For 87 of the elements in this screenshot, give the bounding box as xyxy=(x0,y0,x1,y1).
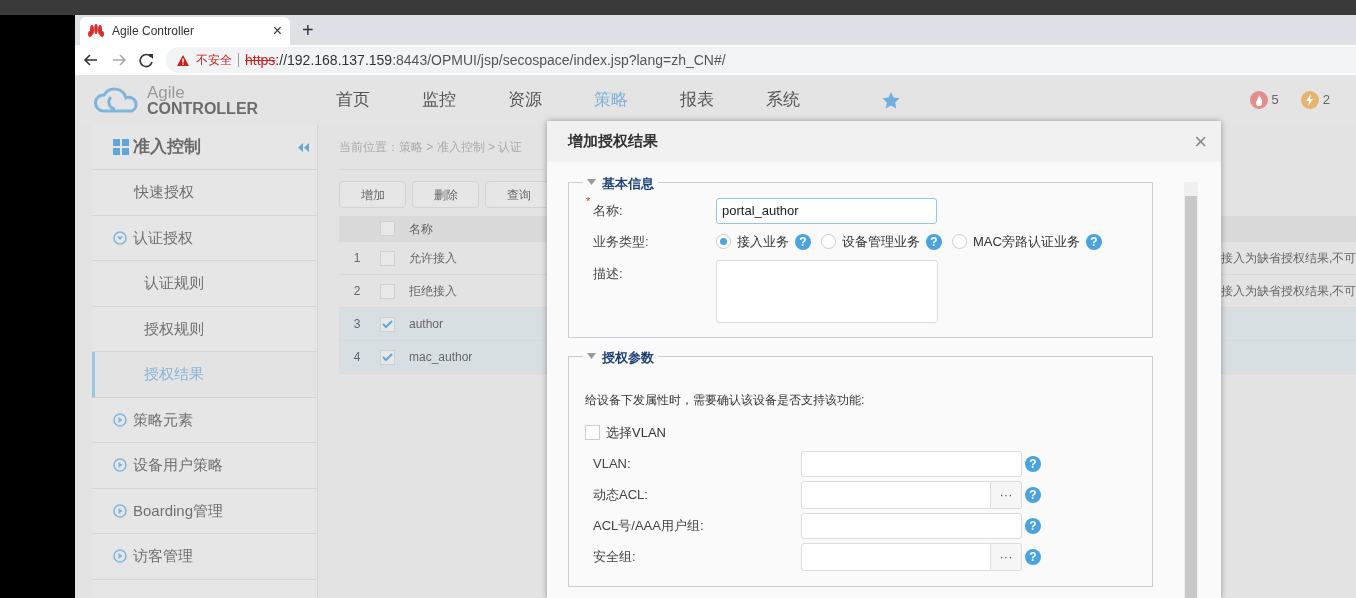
text-area[interactable] xyxy=(716,260,938,323)
toolbar-button[interactable]: 删除 xyxy=(412,181,479,208)
input-field[interactable] xyxy=(801,480,991,509)
table-cell-text: mac_author xyxy=(408,349,474,366)
nav-tab[interactable]: 监控 xyxy=(422,87,508,113)
table-cell-text: 拒绝接入 xyxy=(408,283,458,300)
radio-label: MAC旁路认证业务 xyxy=(973,232,1080,251)
tab-title: Agile Controller xyxy=(112,23,196,40)
nav-tab[interactable]: 系统 xyxy=(766,87,852,113)
field-label: 名称: xyxy=(593,201,624,220)
checkbox[interactable] xyxy=(585,425,600,440)
tab-close-button[interactable]: × xyxy=(272,23,282,39)
table-cell-text: 允许接入 xyxy=(408,250,458,267)
radio-button[interactable] xyxy=(821,234,836,249)
alert-indicator[interactable]: 2 xyxy=(1300,90,1330,110)
sidebar-item[interactable]: 设备用户策略 xyxy=(92,443,317,489)
input-field[interactable] xyxy=(801,450,1022,477)
sidebar-item[interactable]: 快速授权 xyxy=(92,170,317,216)
url-text: https://192.168.137.159:8443/OPMUI/jsp/secospace/index.jsp?lang=zh_CN#/ xyxy=(245,50,726,70)
input-field[interactable] xyxy=(801,512,1022,539)
sidebar-item[interactable]: 策略元素 xyxy=(92,397,317,443)
input-field[interactable]: portal_author xyxy=(716,197,937,224)
checkbox-label: 选择VLAN xyxy=(606,423,666,442)
browse-button[interactable]: ··· xyxy=(991,480,1022,509)
sidebar-item[interactable]: Boarding管理 xyxy=(92,488,317,534)
field-label: 描述: xyxy=(593,265,624,283)
required-mark: * xyxy=(586,195,592,209)
table-cell-text: 接入为缺省授权结果,不可 xyxy=(1220,250,1356,267)
help-icon[interactable]: ? xyxy=(1025,517,1041,534)
help-icon[interactable]: ? xyxy=(795,233,811,250)
checkbox[interactable] xyxy=(379,250,395,266)
row-number: 4 xyxy=(352,349,362,366)
nav-tab[interactable]: 报表 xyxy=(680,87,766,113)
security-label: 不安全 xyxy=(196,52,232,69)
field-label: ACL号/AAA用户组: xyxy=(593,516,705,535)
back-icon xyxy=(83,53,99,67)
input-field[interactable] xyxy=(801,542,991,571)
help-icon[interactable]: ? xyxy=(1025,455,1041,472)
warning-icon xyxy=(176,53,190,67)
checkbox[interactable] xyxy=(379,283,395,299)
sidebar-item[interactable]: 访客管理 xyxy=(92,534,317,580)
dialog-title: 增加授权结果 xyxy=(568,131,659,152)
checkbox[interactable] xyxy=(379,221,395,236)
field-label: 动态ACL: xyxy=(593,485,649,504)
table-cell-text: author xyxy=(408,316,445,333)
alert-indicator[interactable]: 5 xyxy=(1249,90,1279,110)
logo-text: Agile xyxy=(147,83,186,101)
reload-icon xyxy=(139,52,154,68)
checkbox[interactable] xyxy=(379,349,395,365)
address-bar[interactable]: 不安全 https://192.168.137.159:8443/OPMUI/jsp/secospace/index.jsp?lang=zh_CN#/ xyxy=(166,47,1356,73)
cloud-logo-icon xyxy=(91,85,141,115)
collapse-icon xyxy=(298,142,309,152)
radio-label: 接入业务 xyxy=(737,232,789,251)
flower-icon xyxy=(88,24,104,38)
help-icon[interactable]: ? xyxy=(1085,233,1102,250)
field-label: VLAN: xyxy=(593,454,632,473)
forward-icon xyxy=(111,53,127,67)
browser-tab[interactable]: Agile Controller × xyxy=(80,17,290,45)
row-number: 3 xyxy=(352,316,362,333)
browse-button[interactable]: ··· xyxy=(991,542,1022,571)
row-number: 2 xyxy=(352,283,362,300)
radio-button[interactable] xyxy=(716,234,731,249)
sidebar-item[interactable]: 认证授权 xyxy=(92,215,317,261)
help-icon[interactable]: ? xyxy=(1025,548,1041,565)
field-label: 业务类型: xyxy=(593,232,650,251)
checkbox[interactable] xyxy=(379,316,395,332)
scrollbar[interactable] xyxy=(1184,182,1198,598)
help-icon[interactable]: ? xyxy=(1025,486,1041,503)
close-button[interactable]: × xyxy=(1190,130,1211,153)
sidebar-item[interactable]: 认证规则 xyxy=(92,261,317,307)
row-number: 1 xyxy=(352,250,362,267)
table-cell-text: 接入为缺省授权结果,不可 xyxy=(1220,283,1356,300)
logo-text: CONTROLLER xyxy=(147,100,259,117)
note-text: 给设备下发属性时，需要确认该设备是否支持该功能: xyxy=(585,392,866,409)
help-icon[interactable]: ? xyxy=(926,233,942,250)
field-label: 安全组: xyxy=(593,547,637,566)
sidebar-title: 准入控制 xyxy=(133,136,202,159)
nav-tab[interactable]: 资源 xyxy=(508,87,594,113)
nav-tab[interactable]: 首页 xyxy=(336,87,422,113)
radio-button[interactable] xyxy=(952,234,967,249)
column-header: 名称 xyxy=(408,220,434,238)
new-tab-button[interactable]: + xyxy=(298,20,318,40)
section-legend[interactable]: 授权参数 xyxy=(583,348,658,368)
star-icon xyxy=(882,91,900,109)
grid-icon xyxy=(113,139,129,155)
toolbar-button[interactable]: 增加 xyxy=(339,181,406,208)
radio-label: 设备管理业务 xyxy=(842,232,920,251)
